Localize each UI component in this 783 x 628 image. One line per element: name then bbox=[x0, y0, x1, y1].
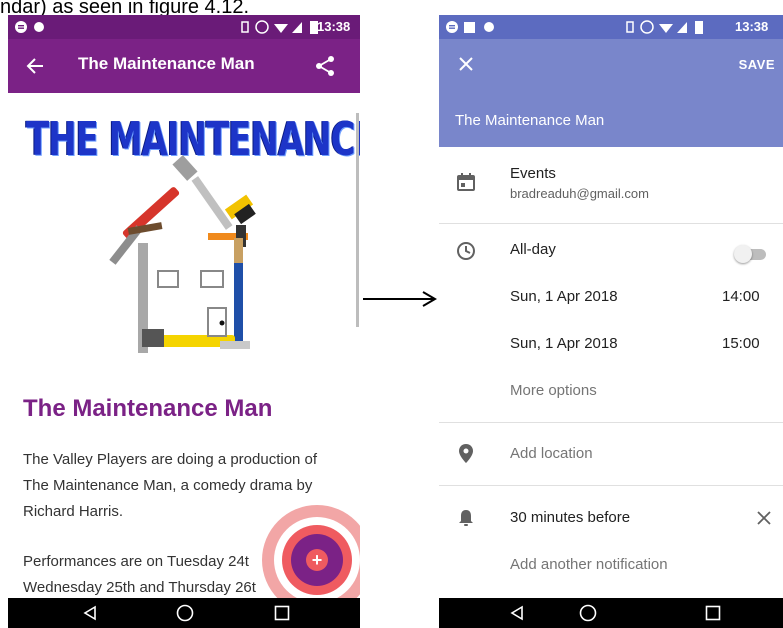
navigation-bar bbox=[8, 598, 360, 628]
location-input[interactable]: Add location bbox=[510, 445, 593, 462]
all-day-label: All-day bbox=[510, 241, 556, 258]
more-options-link[interactable]: More options bbox=[510, 382, 597, 399]
left-phone-screen: 13:38 The Maintenance Man THE MAINTENANC… bbox=[8, 15, 360, 628]
start-time[interactable]: 14:00 bbox=[722, 288, 760, 305]
status-system-icons bbox=[626, 20, 703, 34]
status-notification-icons bbox=[446, 21, 494, 33]
divider bbox=[439, 422, 783, 423]
paragraph-line: The Valley Players are doing a productio… bbox=[23, 451, 318, 468]
app-bar-title: The Maintenance Man bbox=[78, 54, 255, 73]
article-title: The Maintenance Man bbox=[23, 395, 273, 422]
toggle-knob bbox=[734, 245, 752, 263]
nav-back-icon[interactable] bbox=[82, 605, 98, 621]
remove-notification-icon[interactable] bbox=[757, 511, 771, 525]
share-icon[interactable] bbox=[314, 55, 336, 77]
navigation-bar bbox=[439, 598, 783, 628]
add-notification-link[interactable]: Add another notification bbox=[510, 556, 668, 573]
save-button[interactable]: SAVE bbox=[739, 57, 775, 72]
event-title-input[interactable]: The Maintenance Man bbox=[455, 112, 604, 129]
start-date[interactable]: Sun, 1 Apr 2018 bbox=[510, 288, 618, 305]
calendar-name[interactable]: Events bbox=[510, 165, 556, 182]
calendar-icon bbox=[457, 173, 475, 191]
right-phone-screen: 13:38 SAVE The Maintenance Man Events br… bbox=[439, 15, 783, 628]
paragraph-line: The Maintenance Man, a comedy drama by bbox=[23, 477, 313, 494]
back-arrow-icon[interactable] bbox=[26, 57, 44, 75]
status-bar: 13:38 bbox=[439, 15, 783, 39]
tool-house-illustration bbox=[109, 155, 256, 353]
status-time: 13:38 bbox=[317, 19, 351, 34]
divider bbox=[439, 485, 783, 486]
clock-icon bbox=[457, 242, 475, 260]
screenshot-figure: ndar) as seen in figure 4.12. 13:38 The … bbox=[0, 0, 783, 628]
bell-icon bbox=[459, 510, 473, 526]
nav-back-icon[interactable] bbox=[509, 605, 525, 621]
location-pin-icon bbox=[459, 444, 473, 463]
plus-icon: + bbox=[306, 549, 328, 571]
end-time[interactable]: 15:00 bbox=[722, 335, 760, 352]
end-date[interactable]: Sun, 1 Apr 2018 bbox=[510, 335, 618, 352]
app-bar: The Maintenance Man bbox=[8, 39, 360, 93]
divider bbox=[439, 223, 783, 224]
calendar-account: bradreaduh@gmail.com bbox=[510, 186, 649, 201]
scroll-indicator[interactable] bbox=[356, 113, 359, 327]
nav-recents-icon[interactable] bbox=[274, 605, 290, 621]
all-day-toggle[interactable] bbox=[734, 245, 768, 263]
notification-time[interactable]: 30 minutes before bbox=[510, 509, 630, 526]
status-time: 13:38 bbox=[735, 19, 769, 34]
nav-home-icon[interactable] bbox=[176, 604, 194, 622]
close-icon[interactable] bbox=[459, 57, 473, 71]
add-to-calendar-fab[interactable]: + bbox=[291, 534, 343, 586]
status-notification-icons bbox=[15, 21, 44, 33]
nav-recents-icon[interactable] bbox=[705, 605, 721, 621]
status-system-icons bbox=[241, 20, 318, 34]
nav-home-icon[interactable] bbox=[579, 604, 597, 622]
event-editor-header: SAVE The Maintenance Man bbox=[439, 39, 783, 147]
status-bar: 13:38 bbox=[8, 15, 360, 39]
transition-arrow-icon bbox=[363, 291, 437, 307]
